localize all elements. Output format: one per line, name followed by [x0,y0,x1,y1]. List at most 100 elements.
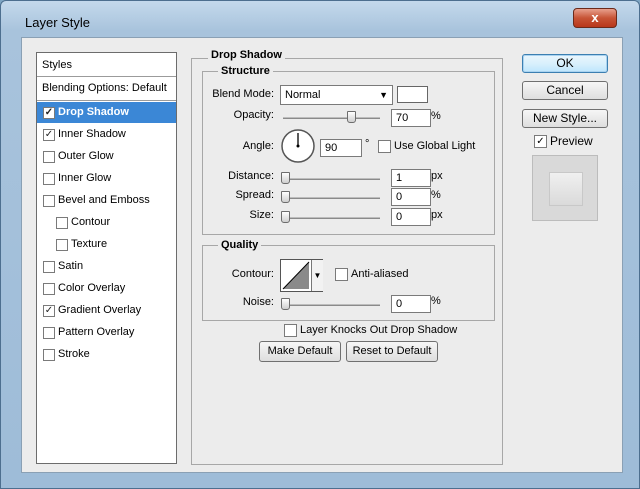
angle-label: Angle: [242,140,274,152]
blend-mode-select[interactable]: Normal ▼ [280,85,393,105]
style-item-inner-glow[interactable]: Inner Glow [37,168,176,189]
blend-mode-label: Blend Mode: [212,88,274,100]
checkbox-icon[interactable] [43,327,55,339]
knockout-label: Layer Knocks Out Drop Shadow [300,324,458,336]
opacity-slider-track[interactable] [283,117,380,119]
checkbox-checked-icon[interactable]: ✓ [43,107,55,119]
style-item-label: Stroke [58,348,90,360]
quality-title: Quality [218,239,262,251]
size-input[interactable]: 0 [391,208,431,226]
distance-input[interactable]: 1 [391,169,431,187]
style-item-stroke[interactable]: Stroke [37,344,176,365]
checkbox-icon[interactable] [43,195,55,207]
checkbox-icon[interactable] [43,173,55,185]
preview-label: Preview [550,134,593,148]
close-icon: x [591,10,599,25]
dialog-body: Styles Blending Options: Default ✓ Drop … [21,37,623,473]
size-slider-thumb[interactable] [281,211,290,223]
opacity-unit: % [431,110,441,122]
preview-thumbnail [532,155,598,221]
close-button[interactable]: x [573,8,617,28]
style-item-drop-shadow[interactable]: ✓ Drop Shadow [37,102,176,123]
checkbox-icon[interactable] [43,151,55,163]
shadow-color-swatch[interactable] [397,86,428,103]
spread-unit: % [431,189,441,201]
spread-label: Spread: [235,189,274,201]
noise-input[interactable]: 0 [391,295,431,313]
noise-slider-track[interactable] [283,304,380,306]
make-default-button[interactable]: Make Default [259,341,341,362]
style-item-gradient-overlay[interactable]: ✓ Gradient Overlay [37,300,176,321]
style-item-label: Texture [71,238,108,250]
checkbox-icon[interactable] [56,239,68,251]
distance-unit: px [431,170,443,182]
noise-label: Noise: [242,296,274,308]
new-style-button[interactable]: New Style... [522,109,608,128]
spread-slider-thumb[interactable] [281,191,290,203]
style-item-label: Outer Glow [58,150,114,162]
distance-label: Distance: [228,170,274,182]
contour-label: Contour: [231,268,274,280]
blending-options[interactable]: Blending Options: Default [37,78,176,99]
noise-slider-thumb[interactable] [281,298,290,310]
chevron-down-icon[interactable]: ▼ [311,260,323,291]
style-item-pattern-overlay[interactable]: Pattern Overlay [37,322,176,343]
checkbox-icon[interactable] [56,217,68,229]
style-item-label: Satin [58,260,84,272]
size-unit: px [431,209,443,221]
styles-header-label: Styles [42,59,72,71]
anti-aliased-label: Anti-aliased [351,268,409,280]
style-item-label: Color Overlay [58,282,126,294]
style-item-texture[interactable]: Texture [37,234,176,255]
checkbox-icon[interactable] [43,261,55,273]
window-title: Layer Style [25,15,91,30]
style-item-label: Gradient Overlay [58,304,142,316]
contour-picker[interactable]: ▼ [280,259,323,292]
style-item-label: Contour [71,216,111,228]
blending-options-label: Blending Options: Default [42,82,167,94]
reset-default-button[interactable]: Reset to Default [346,341,438,362]
styles-header[interactable]: Styles [37,55,176,76]
style-item-label: Inner Glow [58,172,112,184]
style-item-label: Pattern Overlay [58,326,135,338]
cancel-button[interactable]: Cancel [522,81,608,100]
style-item-contour[interactable]: Contour [37,212,176,233]
drop-shadow-title: Drop Shadow [208,49,285,61]
angle-dial-icon[interactable] [280,128,316,164]
structure-title: Structure [218,65,273,77]
divider [37,100,176,101]
preview-swatch [549,172,583,206]
global-light-checkbox[interactable] [378,140,391,153]
knockout-checkbox[interactable] [284,324,297,337]
noise-unit: % [431,295,441,307]
distance-slider-thumb[interactable] [281,172,290,184]
distance-slider-track[interactable] [283,178,380,180]
style-item-color-overlay[interactable]: Color Overlay [37,278,176,299]
style-item-outer-glow[interactable]: Outer Glow [37,146,176,167]
blend-mode-value: Normal [285,89,321,101]
checkbox-checked-icon[interactable]: ✓ [43,129,55,141]
spread-slider-track[interactable] [283,197,380,199]
spread-input[interactable]: 0 [391,188,431,206]
opacity-label: Opacity: [233,109,274,121]
styles-list: Styles Blending Options: Default ✓ Drop … [36,52,177,464]
angle-input[interactable]: 90 [320,139,362,157]
layer-style-dialog: Layer Style x Styles Blending Options: D… [0,0,640,489]
dropdown-arrow-icon: ▼ [379,90,388,100]
style-item-inner-shadow[interactable]: ✓ Inner Shadow [37,124,176,145]
checkbox-icon[interactable] [43,283,55,295]
style-item-label: Inner Shadow [58,128,126,140]
style-item-label: Bevel and Emboss [58,194,150,206]
style-item-satin[interactable]: Satin [37,256,176,277]
opacity-slider-thumb[interactable] [347,111,356,123]
style-item-bevel-emboss[interactable]: Bevel and Emboss [37,190,176,211]
ok-button[interactable]: OK [522,54,608,73]
title-bar[interactable]: Layer Style x [1,1,639,37]
opacity-input[interactable]: 70 [391,109,431,127]
checkbox-icon[interactable] [43,349,55,361]
anti-aliased-checkbox[interactable] [335,268,348,281]
angle-unit: ° [365,138,370,150]
preview-checkbox[interactable]: ✓ [534,135,547,148]
checkbox-checked-icon[interactable]: ✓ [43,305,55,317]
size-slider-track[interactable] [283,217,380,219]
